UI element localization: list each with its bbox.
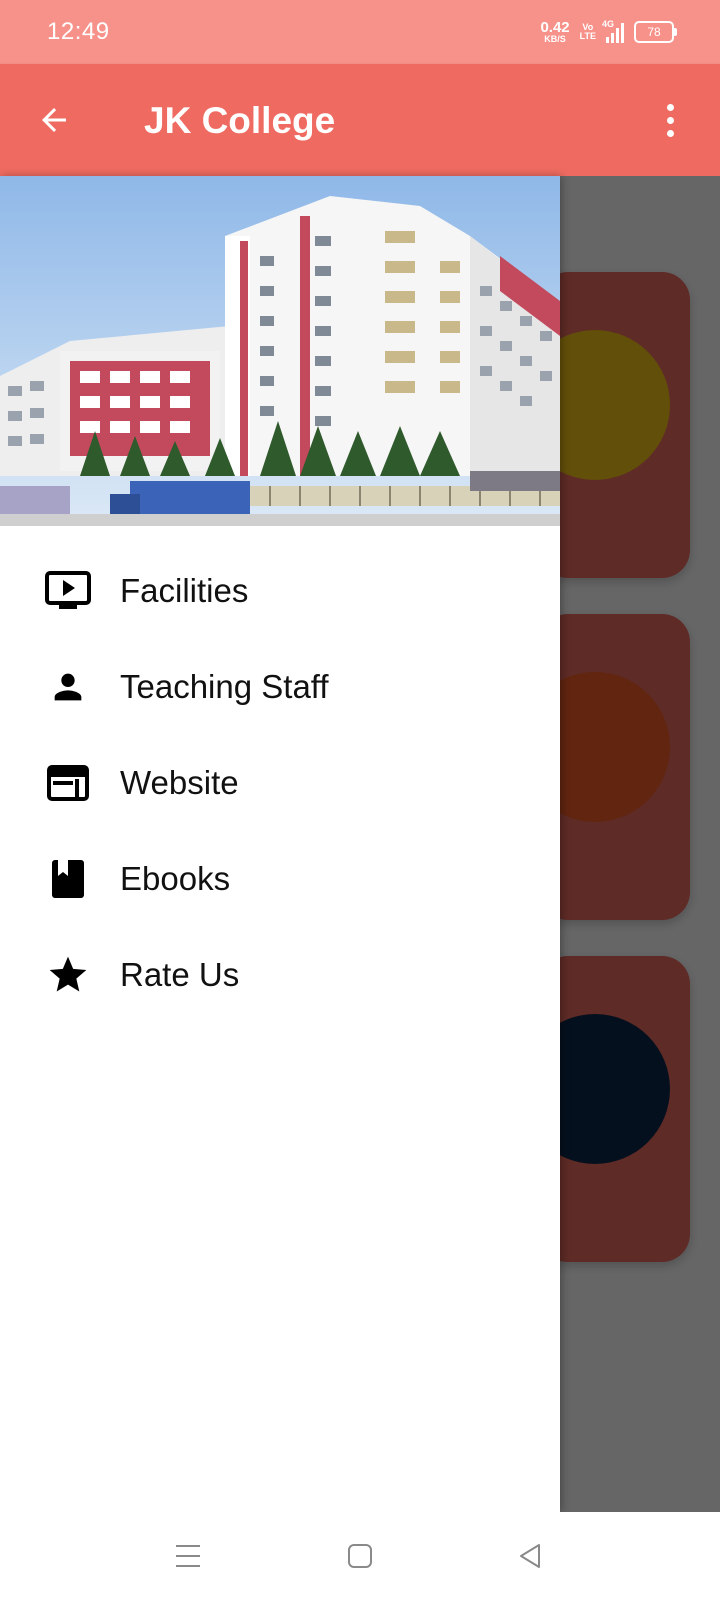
more-options-button[interactable] (650, 94, 690, 146)
drawer-item-ebooks[interactable]: Ebooks (0, 831, 560, 927)
drawer-item-teaching-staff[interactable]: Teaching Staff (0, 639, 560, 735)
battery-level: 78 (647, 25, 661, 39)
tv-play-icon (44, 567, 92, 615)
drawer-item-rate-us[interactable]: Rate Us (0, 927, 560, 1023)
drawer-item-label: Website (120, 764, 239, 801)
drawer-item-website[interactable]: Website (0, 735, 560, 831)
navigation-drawer: Facilities Teaching Staff Website Ebooks… (0, 176, 560, 1512)
drawer-item-label: Teaching Staff (120, 668, 329, 705)
web-icon (44, 759, 92, 807)
home-icon (348, 1544, 372, 1568)
person-icon (44, 663, 92, 711)
app-bar: JK College (0, 64, 720, 176)
net-speed-indicator: 0.42 KB/S (540, 20, 569, 44)
star-icon (44, 951, 92, 999)
drawer-item-label: Rate Us (120, 956, 240, 993)
net-speed-unit: KB/S (544, 34, 566, 44)
signal-icon: 4G (602, 19, 624, 43)
recents-icon (176, 1545, 200, 1567)
drawer-item-facilities[interactable]: Facilities (0, 543, 560, 639)
net-speed-value: 0.42 (540, 19, 570, 36)
drawer-item-label: Ebooks (120, 860, 231, 897)
drawer-item-label: Facilities (120, 572, 249, 609)
status-bar: 12:49 0.42 KB/S Vo LTE 4G 78 (0, 0, 720, 64)
status-icons: 0.42 KB/S Vo LTE 4G 78 (540, 16, 677, 48)
volte-icon: Vo LTE (580, 23, 596, 41)
status-time: 12:49 (47, 18, 110, 45)
more-vert-icon (666, 103, 674, 111)
nav-back-button[interactable] (508, 1534, 552, 1578)
back-button[interactable] (30, 96, 78, 144)
recents-button[interactable] (166, 1534, 210, 1578)
back-triangle-icon (520, 1544, 540, 1568)
drawer-menu: Facilities Teaching Staff Website Ebooks… (0, 543, 560, 1023)
arrow-left-icon (42, 108, 66, 132)
network-type: 4G (602, 19, 615, 29)
home-button[interactable] (338, 1534, 382, 1578)
volte-bottom: LTE (579, 31, 596, 41)
app-title: JK College (144, 100, 336, 141)
battery-icon: 78 (634, 21, 677, 43)
book-icon (44, 855, 92, 903)
college-building-photo (0, 176, 560, 526)
system-nav-bar (0, 1512, 720, 1600)
